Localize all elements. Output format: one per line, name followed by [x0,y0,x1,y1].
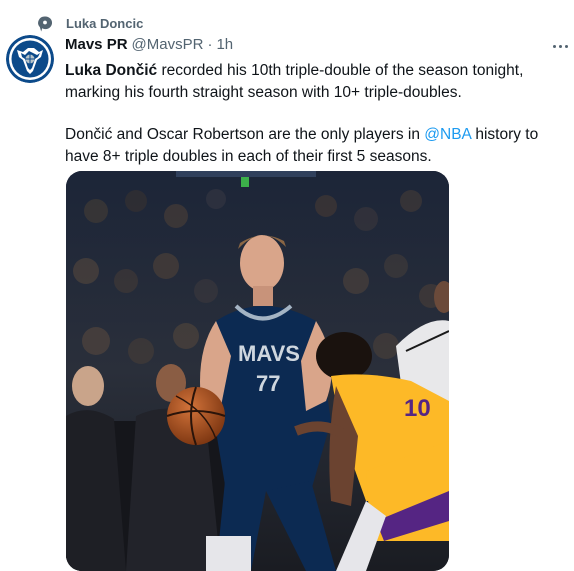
nba-mention-link[interactable]: @NBA [424,126,471,143]
basketball-photo: MAVS 77 10 [66,171,449,571]
more-options-button[interactable] [548,36,572,56]
mavericks-logo-icon [6,35,54,83]
separator-dot: · [207,36,213,53]
tweet-text: Luka Dončić recorded his 10th triple-dou… [65,60,570,168]
more-dot-icon [564,44,568,48]
tweet-paragraph-2: Dončić and Oscar Robertson are the only … [65,124,570,168]
tweet-photo[interactable]: MAVS 77 10 [66,171,449,571]
more-dot-icon [552,44,556,48]
paragraph-2-text-before: Dončić and Oscar Robertson are the only … [65,126,425,143]
opponent-number: 10 [404,395,431,422]
tweet-card[interactable]: Luka Doncic Mavs PR @MavsPR · 1h Luka Do… [0,0,574,571]
jersey-number: 77 [256,371,280,396]
tweet-header: Mavs PR @MavsPR · 1h [65,36,233,53]
tweet-paragraph-1: Luka Dončić recorded his 10th triple-dou… [65,60,570,104]
more-dot-icon [558,44,562,48]
social-context[interactable]: Luka Doncic [38,14,143,34]
timestamp[interactable]: 1h [216,36,233,53]
author-name[interactable]: Mavs PR [65,36,128,53]
author-handle[interactable]: @MavsPR [132,36,204,53]
player-name: Luka Dončić [65,62,158,79]
jersey-text: MAVS [238,341,300,366]
avatar[interactable] [6,35,54,83]
context-label[interactable]: Luka Doncic [66,16,143,31]
speech-bubble-icon [38,16,52,32]
